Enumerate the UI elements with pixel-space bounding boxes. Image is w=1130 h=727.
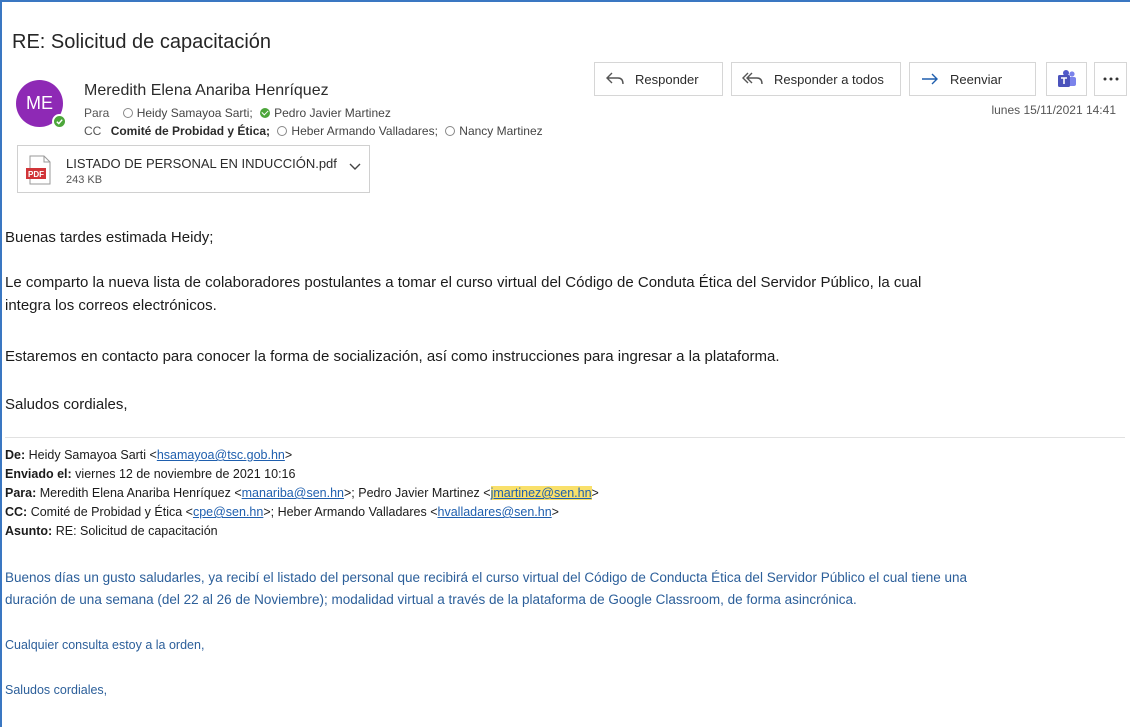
pdf-icon-label: PDF — [28, 170, 44, 179]
bracket: > — [284, 448, 293, 462]
reply-button[interactable]: Responder — [594, 62, 723, 96]
more-actions-button[interactable] — [1094, 62, 1127, 96]
quoted-to-name: Meredith Elena Anariba Henríquez < — [39, 486, 242, 500]
presence-available-icon — [260, 108, 271, 118]
to-recipient[interactable]: Pedro Javier Martinez — [274, 106, 391, 120]
email-link[interactable]: cpe@sen.hn — [193, 505, 263, 519]
bracket: > — [551, 505, 559, 519]
to-line: Para Heidy Samayoa Sarti; Pedro Javier M… — [84, 106, 391, 120]
quoted-sent: Enviado el: viernes 12 de noviembre de 2… — [5, 467, 295, 481]
quoted-to: Para: Meredith Elena Anariba Henríquez <… — [5, 486, 599, 500]
forward-label: Reenviar — [950, 71, 1003, 87]
forward-button[interactable]: Reenviar — [909, 62, 1036, 96]
quoted-sent-label: Enviado el: — [5, 467, 72, 481]
attachment-size: 243 KB — [66, 174, 103, 186]
reply-all-button[interactable]: Responder a todos — [731, 62, 901, 96]
reply-all-icon — [742, 72, 763, 85]
sender-name[interactable]: Meredith Elena Anariba Henríquez — [84, 82, 329, 100]
reply-all-label: Responder a todos — [774, 71, 884, 87]
quoted-sent-value: viernes 12 de noviembre de 2021 10:16 — [75, 467, 296, 481]
email-subject: RE: Solicitud de capacitación — [12, 31, 272, 53]
quoted-body-line: Cualquier consulta estoy a la orden, — [5, 638, 205, 652]
email-link[interactable]: manariba@sen.hn — [242, 486, 344, 500]
quoted-cc-label: CC: — [5, 505, 28, 519]
window-top-border — [0, 0, 1130, 2]
attachment-name: LISTADO DE PERSONAL EN INDUCCIÓN.pdf — [66, 156, 337, 171]
email-link[interactable]: hsamayoa@tsc.gob.hn — [157, 448, 285, 462]
cc-recipient[interactable]: Heber Armando Valladares; — [291, 124, 438, 138]
quoted-cc-name: >; Heber Armando Valladares < — [263, 505, 438, 519]
to-recipient[interactable]: Heidy Samayoa Sarti; — [137, 106, 253, 120]
email-link[interactable]: hvalladares@sen.hn — [438, 505, 552, 519]
quoted-body-line: duración de una semana (del 22 al 26 de … — [5, 592, 857, 607]
attachment-card[interactable]: PDF LISTADO DE PERSONAL EN INDUCCIÓN.pdf… — [17, 145, 370, 193]
chevron-down-icon[interactable] — [349, 163, 361, 171]
teams-button[interactable] — [1046, 62, 1087, 96]
body-closing: Saludos cordiales, — [5, 396, 128, 413]
body-greeting: Buenas tardes estimada Heidy; — [5, 229, 214, 246]
body-paragraph-line: Le comparto la nueva lista de colaborado… — [5, 274, 922, 291]
quoted-cc: CC: Comité de Probidad y Ética <cpe@sen.… — [5, 505, 559, 519]
quoted-from-label: De: — [5, 448, 26, 462]
quoted-from: De: Heidy Samayoa Sarti <hsamayoa@tsc.go… — [5, 448, 292, 462]
quoted-to-name: >; Pedro Javier Martinez < — [343, 486, 491, 500]
quoted-body-line: Buenos días un gusto saludarles, ya reci… — [5, 570, 968, 585]
teams-icon — [1057, 70, 1076, 87]
body-paragraph: Estaremos en contacto para conocer la fo… — [5, 348, 780, 365]
cc-recipient[interactable]: Nancy Martinez — [459, 124, 542, 138]
quoted-divider — [5, 437, 1125, 438]
reply-icon — [606, 72, 624, 85]
quoted-to-label: Para: — [5, 486, 37, 500]
quoted-body-line: Saludos cordiales, — [5, 683, 108, 697]
reply-label: Responder — [635, 71, 699, 87]
window-left-border — [0, 0, 2, 727]
presence-available-icon — [52, 114, 67, 129]
to-label: Para — [84, 106, 110, 120]
email-date: lunes 15/11/2021 14:41 — [991, 103, 1116, 117]
quoted-subject: Asunto: RE: Solicitud de capacitación — [5, 524, 218, 538]
forward-icon — [922, 73, 938, 85]
cc-line: CC Comité de Probidad y Ética; Heber Arm… — [84, 124, 543, 138]
quoted-cc-name: Comité de Probidad y Ética < — [30, 505, 193, 519]
presence-unknown-icon — [445, 126, 456, 136]
quoted-subject-label: Asunto: — [5, 524, 53, 538]
body-paragraph-line: integra los correos electrónicos. — [5, 297, 217, 314]
bracket: > — [591, 486, 599, 500]
cc-label: CC — [84, 124, 102, 138]
quoted-subject-value: RE: Solicitud de capacitación — [55, 524, 218, 538]
presence-unknown-icon — [277, 126, 288, 136]
email-link[interactable]: jmartinez@sen.hn — [490, 486, 592, 500]
more-icon — [1103, 77, 1118, 81]
quoted-from-name: Heidy Samayoa Sarti < — [28, 448, 157, 462]
presence-unknown-icon — [122, 108, 133, 118]
cc-recipient[interactable]: Comité de Probidad y Ética; — [111, 124, 270, 138]
